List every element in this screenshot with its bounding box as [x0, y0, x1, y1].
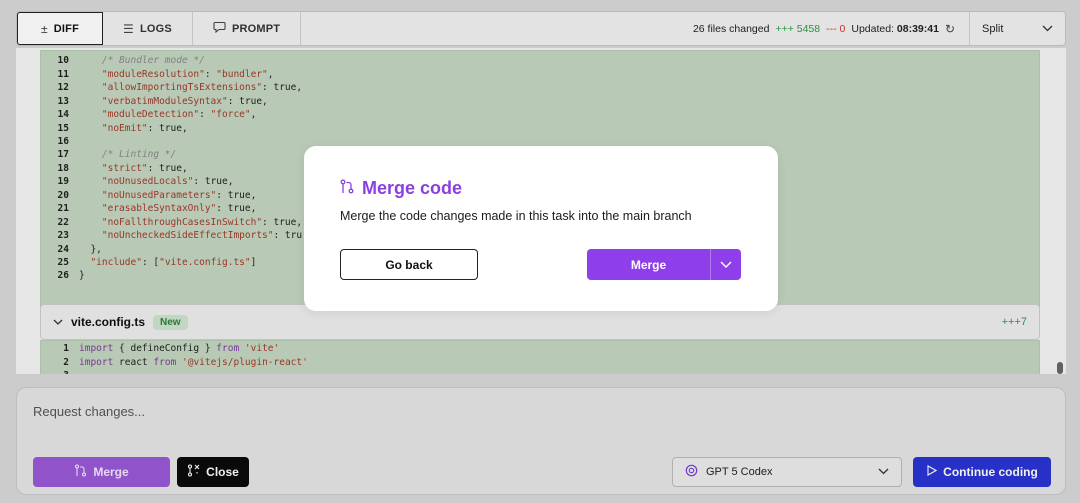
- merge-icon: [340, 179, 354, 198]
- merge-dialog: Merge code Merge the code changes made i…: [304, 146, 778, 311]
- dialog-title-text: Merge code: [362, 178, 463, 198]
- dialog-description: Merge the code changes made in this task…: [340, 209, 692, 223]
- merge-split-button: Merge: [587, 249, 741, 280]
- merge-options-dropdown[interactable]: [710, 249, 741, 280]
- confirm-merge-button[interactable]: Merge: [587, 249, 710, 280]
- dialog-title: Merge code: [340, 178, 462, 199]
- chevron-down-icon: [720, 256, 732, 274]
- go-back-button[interactable]: Go back: [340, 249, 478, 280]
